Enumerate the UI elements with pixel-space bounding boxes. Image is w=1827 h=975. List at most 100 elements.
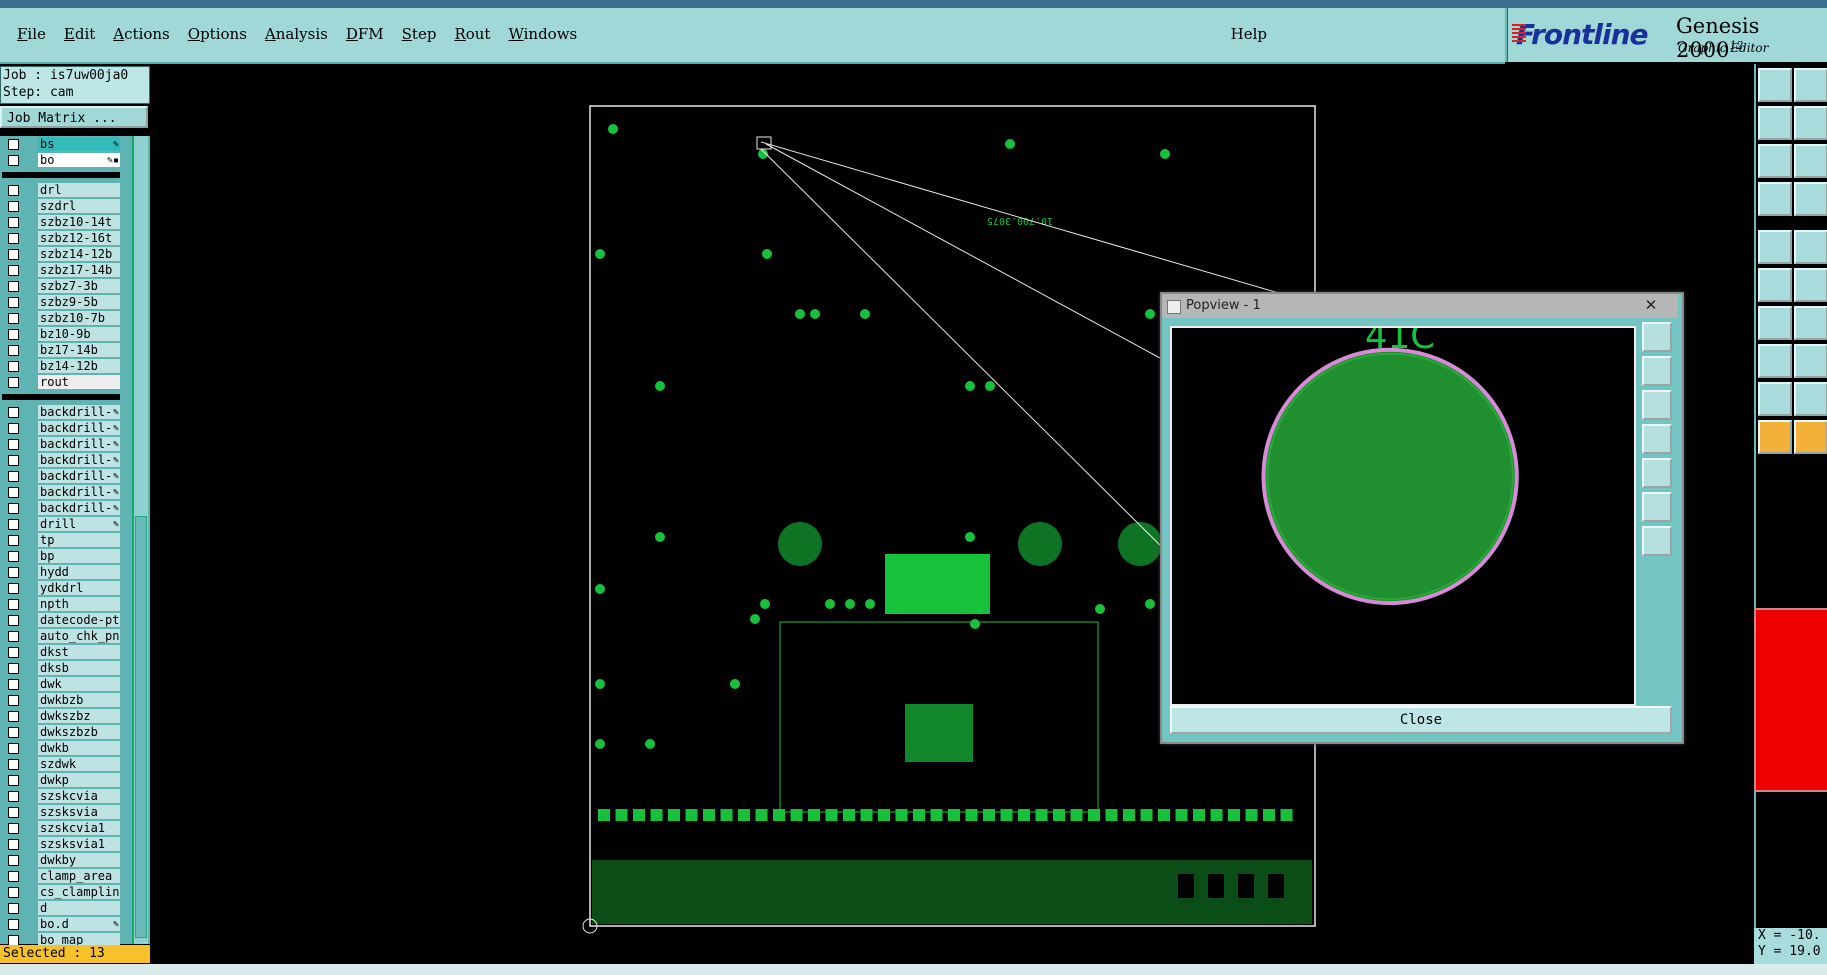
layer-checkbox[interactable]: [8, 599, 19, 610]
layer-row[interactable]: datecode-pt: [2, 612, 120, 628]
close-button[interactable]: Close: [1170, 706, 1672, 734]
layer-checkbox[interactable]: [8, 233, 19, 244]
layer-checkbox[interactable]: [8, 711, 19, 722]
popview-center-icon[interactable]: [1642, 526, 1672, 556]
layer-name[interactable]: backdrill- ✎: [38, 405, 120, 419]
layer-row[interactable]: backdrill- ✎: [2, 452, 120, 468]
popview-right-icon[interactable]: [1642, 458, 1672, 488]
layer-row[interactable]: szskcvia1: [2, 820, 120, 836]
layer-name[interactable]: bo ✎▪: [38, 153, 120, 167]
layer-checkbox[interactable]: [8, 871, 19, 882]
popview-zoom-icon[interactable]: [1642, 322, 1672, 352]
layer-checkbox[interactable]: [8, 839, 19, 850]
layer-checkbox[interactable]: [8, 313, 19, 324]
layer-checkbox[interactable]: [8, 615, 19, 626]
layer-row[interactable]: dwkszbzb: [2, 724, 120, 740]
layer-name[interactable]: dwk: [38, 677, 120, 691]
layer-row[interactable]: dwkp: [2, 772, 120, 788]
layer-checkbox[interactable]: [8, 583, 19, 594]
layer-row[interactable]: dwkszbz: [2, 708, 120, 724]
layer-checkbox[interactable]: [8, 361, 19, 372]
layer-name[interactable]: szbz14-12b: [38, 247, 120, 261]
select-box-icon[interactable]: [1794, 420, 1827, 454]
layer-checkbox[interactable]: [8, 455, 19, 466]
layer-row[interactable]: backdrill- ✎: [2, 500, 120, 516]
layer-name[interactable]: szbz12-16t: [38, 231, 120, 245]
popview-down-icon[interactable]: [1642, 390, 1672, 420]
layer-name[interactable]: dwkszbzb: [38, 725, 120, 739]
layer-row[interactable]: szskcvia: [2, 788, 120, 804]
layer-row[interactable]: dwk: [2, 676, 120, 692]
scroll-thumb[interactable]: [135, 516, 147, 938]
menu-analysis[interactable]: Analysis: [256, 25, 337, 43]
menu-file[interactable]: File: [8, 25, 55, 43]
select-arrow-icon[interactable]: [1758, 420, 1792, 454]
layer-name[interactable]: rout: [38, 375, 120, 389]
snap-icon[interactable]: [1758, 230, 1792, 264]
line-icon[interactable]: [1794, 306, 1827, 340]
popview-up-icon[interactable]: [1642, 356, 1672, 386]
x-icon[interactable]: [1794, 268, 1827, 302]
layer-row[interactable]: szbz12-16t: [2, 230, 120, 246]
layer-checkbox[interactable]: [8, 503, 19, 514]
layer-row[interactable]: bz17-14b: [2, 342, 120, 358]
layer-name[interactable]: szskcvia: [38, 789, 120, 803]
job-matrix-button[interactable]: Job Matrix ...: [0, 106, 148, 128]
layer-name[interactable]: backdrill- ✎: [38, 469, 120, 483]
popview-canvas[interactable]: 41C: [1170, 326, 1636, 706]
layer-checkbox[interactable]: [8, 791, 19, 802]
layer-checkbox[interactable]: [8, 567, 19, 578]
cross-icon[interactable]: [1794, 230, 1827, 264]
layer-name[interactable]: dksb: [38, 661, 120, 675]
layer-row[interactable]: backdrill- ✎: [2, 468, 120, 484]
layer-row[interactable]: szsksvia: [2, 804, 120, 820]
layer-name[interactable]: bs ✎: [38, 137, 120, 151]
menu-dfm[interactable]: DFM: [337, 25, 393, 43]
layer-checkbox[interactable]: [8, 439, 19, 450]
layer-row[interactable]: bp: [2, 548, 120, 564]
layer-row[interactable]: d: [2, 900, 120, 916]
layer-row[interactable]: rout: [2, 374, 120, 390]
menu-help[interactable]: Help: [1231, 25, 1267, 43]
pad-icon[interactable]: [1758, 344, 1792, 378]
layer-row[interactable]: bs ✎: [2, 136, 120, 152]
layer-name[interactable]: backdrill- ✎: [38, 453, 120, 467]
layer-name[interactable]: auto_chk_pn: [38, 629, 120, 643]
layer-checkbox[interactable]: [8, 201, 19, 212]
layer-name[interactable]: szbz7-3b: [38, 279, 120, 293]
layer-name[interactable]: bp: [38, 549, 120, 563]
layer-checkbox[interactable]: [8, 807, 19, 818]
menu-options[interactable]: Options: [179, 25, 256, 43]
layer-name[interactable]: backdrill- ✎: [38, 501, 120, 515]
layer-row[interactable]: dkst: [2, 644, 120, 660]
layer-name[interactable]: ydkdrl: [38, 581, 120, 595]
layer-name[interactable]: dwkp: [38, 773, 120, 787]
fit-icon[interactable]: [1758, 144, 1792, 178]
layer-checkbox[interactable]: [8, 727, 19, 738]
layer-checkbox[interactable]: [8, 823, 19, 834]
layer-name[interactable]: bz14-12b: [38, 359, 120, 373]
layer-checkbox[interactable]: [8, 249, 19, 260]
layer-row[interactable]: drill ✎: [2, 516, 120, 532]
layer-row[interactable]: szbz17-14b: [2, 262, 120, 278]
layer-name[interactable]: tp: [38, 533, 120, 547]
layer-name[interactable]: szdwk: [38, 757, 120, 771]
layer-name[interactable]: szsksvia: [38, 805, 120, 819]
layer-checkbox[interactable]: [8, 345, 19, 356]
layer-checkbox[interactable]: [8, 297, 19, 308]
layer-scrollbar[interactable]: [132, 136, 148, 944]
zoom-home-icon[interactable]: [1758, 68, 1792, 102]
layer-name[interactable]: szdrl: [38, 199, 120, 213]
layer-name[interactable]: cs_clampline: [38, 885, 120, 899]
layer-checkbox[interactable]: [8, 329, 19, 340]
popview-fit-icon[interactable]: [1642, 492, 1672, 522]
layer-checkbox[interactable]: [8, 281, 19, 292]
layer-name[interactable]: szbz9-5b: [38, 295, 120, 309]
layer-checkbox[interactable]: [8, 631, 19, 642]
layer-checkbox[interactable]: [8, 695, 19, 706]
layer-name[interactable]: szbz17-14b: [38, 263, 120, 277]
layer-row[interactable]: npth: [2, 596, 120, 612]
layer-name[interactable]: szbz10-14t: [38, 215, 120, 229]
layer-row[interactable]: backdrill- ✎: [2, 484, 120, 500]
layer-checkbox[interactable]: [8, 217, 19, 228]
